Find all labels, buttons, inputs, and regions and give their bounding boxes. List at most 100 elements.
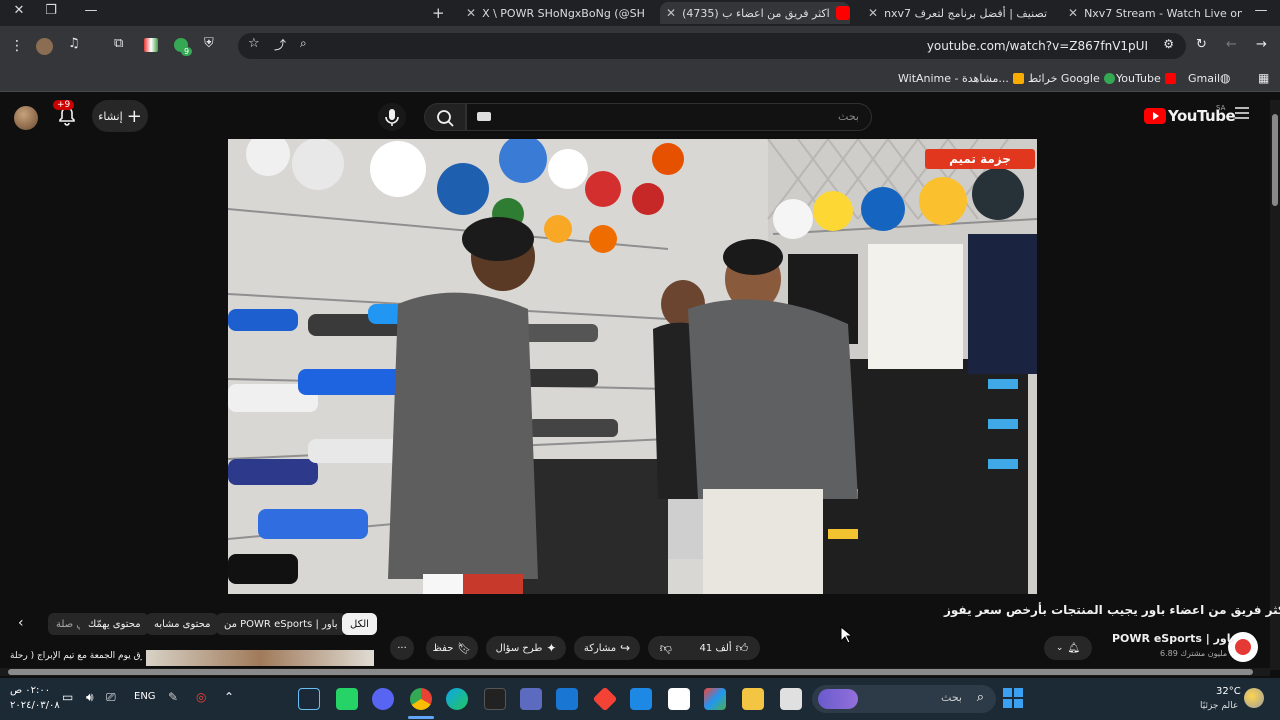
chip-for-you[interactable]: محتوى يهمّك — [80, 613, 149, 635]
lens-search-icon[interactable]: ⌕ — [300, 36, 307, 51]
chrome-icon[interactable] — [410, 688, 432, 710]
clock-time[interactable]: ٠٢:٠٠ ص — [10, 685, 50, 696]
epic-games-icon[interactable] — [484, 688, 506, 710]
minimize-button[interactable]: — — [1242, 3, 1280, 18]
weather-label: عالم جزئيًا — [1200, 701, 1239, 711]
keyboard-icon[interactable] — [477, 112, 491, 121]
more-actions-button[interactable]: ··· — [390, 636, 414, 660]
horizontal-scrollbar[interactable] — [0, 668, 1270, 676]
channel-name[interactable]: POWR eSports | باور — [1112, 632, 1235, 645]
media-control-icon[interactable]: ♫ — [68, 36, 80, 51]
microsoft-store-icon[interactable] — [668, 688, 690, 710]
bookmark-google-maps[interactable]: خرائط Google — [1028, 72, 1115, 85]
video-player[interactable]: جزمة تميم — [228, 139, 1037, 594]
copilot-icon[interactable] — [704, 688, 726, 710]
video-overlay-caption: جزمة تميم — [949, 152, 1011, 166]
next-video-title[interactable]: طرق يوم الجمعة مع تيم الإبراج ( رحلة — [10, 651, 142, 661]
mail-icon[interactable] — [630, 688, 652, 710]
youtube-logo-icon[interactable] — [1144, 108, 1166, 124]
chip-all[interactable]: الكل — [342, 613, 377, 635]
close-icon[interactable]: ✕ — [666, 6, 676, 20]
tab-x-twitter[interactable]: ✕ X \ POWR SHoNgxBoNg (@SH X — [460, 2, 650, 24]
next-video-thumbnail[interactable] — [146, 650, 374, 666]
back-icon[interactable]: → — [1256, 37, 1267, 52]
search-input[interactable]: بحث — [466, 103, 872, 131]
window-minimize-button[interactable]: — — [72, 3, 110, 18]
maps-pin-icon — [1103, 73, 1115, 84]
bookmark-star-icon[interactable]: ☆ — [248, 36, 260, 51]
subscribe-bell-button[interactable]: ⌄ 🔔︎ — [1044, 636, 1092, 660]
whatsapp-icon[interactable] — [336, 688, 358, 710]
dislike-icon[interactable]: 👎︎ — [660, 641, 672, 656]
tab-youtube-video[interactable]: ✕ (4735) اكثر فريق من اعضاء ب — [660, 2, 850, 24]
tray-pen-icon[interactable]: ✎ — [168, 690, 178, 704]
witanime-icon — [1012, 73, 1024, 84]
scrollbar-thumb[interactable] — [1272, 114, 1278, 206]
weather-temp[interactable]: 32°C — [1216, 686, 1241, 697]
url-text[interactable]: youtube.com/watch?v=Z867fnV1pUI — [927, 39, 1148, 53]
site-settings-icon[interactable]: ⚙ — [1163, 37, 1174, 51]
reload-icon[interactable]: ↻ — [1196, 37, 1207, 52]
forward-icon[interactable]: ← — [1226, 37, 1237, 52]
diamond-icon — [1050, 5, 1052, 21]
edge-icon[interactable] — [446, 688, 468, 710]
youtube-icon — [835, 6, 850, 20]
save-button[interactable]: حفظ 🔖︎ — [426, 636, 478, 660]
page-scrollbar[interactable] — [1270, 100, 1280, 670]
bookmark-gmail[interactable]: Gmail — [1188, 72, 1220, 85]
share-button[interactable]: مشاركة ↪ — [574, 636, 640, 660]
region-code: SA — [1216, 104, 1226, 112]
network-icon[interactable]: ⎚ — [106, 690, 116, 705]
chip-from-channel[interactable]: من POWR eSports | باور — [216, 613, 346, 635]
weather-icon[interactable] — [1244, 688, 1264, 708]
account-avatar[interactable] — [14, 106, 38, 130]
ask-button[interactable]: طرح سؤال ✦ — [486, 636, 566, 660]
browser-tab-strip: — ❐ — ✕ ✕ Nxv7 Stream - Watch Live on K … — [0, 0, 1280, 26]
share-icon[interactable]: ⤴ — [274, 36, 286, 53]
tab-kick-stream[interactable]: ✕ Nxv7 Stream - Watch Live on K — [1062, 2, 1242, 24]
steam-icon[interactable] — [298, 688, 320, 710]
like-button[interactable]: 41 ألف 👍︎ — [700, 641, 749, 656]
share-arrow-icon: ↪ — [620, 641, 631, 655]
security-shield-icon[interactable]: ⛨ — [204, 36, 214, 51]
create-button[interactable]: إنشاء + — [92, 100, 148, 132]
close-icon[interactable]: ✕ — [868, 6, 878, 20]
tab-nxv7-rank[interactable]: ✕ nxv7 تصنيف | أفضل برنامج لتعرف — [862, 2, 1052, 24]
battery-icon[interactable]: ▭ — [62, 690, 73, 704]
chip-similar[interactable]: محتوى مشابه — [146, 613, 219, 635]
input-language[interactable]: ENG — [134, 691, 156, 702]
apps-grid-icon[interactable]: ▦ — [1258, 71, 1269, 85]
chips-scroll-left-icon[interactable]: ‹ — [18, 615, 24, 631]
taskbar-search-box[interactable]: بحث ⌕ — [812, 685, 996, 713]
discord-icon[interactable] — [372, 688, 394, 710]
tray-app-icon[interactable]: ◎ — [196, 690, 206, 704]
teams-icon[interactable] — [520, 688, 542, 710]
bookmark-youtube[interactable]: YouTube — [1116, 72, 1176, 85]
new-tab-button[interactable]: + — [432, 4, 445, 22]
menu-dots-icon[interactable]: ⋮ — [10, 38, 24, 54]
show-hidden-icons-chevron[interactable]: ⌃ — [224, 690, 234, 704]
close-icon[interactable]: ✕ — [1068, 6, 1078, 20]
horizontal-scrollbar-thumb[interactable] — [8, 669, 1253, 675]
video-title: اكثر فريق من اعضاء باور يجيب المنتجات بأ… — [944, 603, 1280, 617]
bookmark-icon: 🔖︎ — [457, 641, 472, 655]
windows-start-icon[interactable] — [1002, 687, 1024, 709]
clock-date[interactable]: ٢٠٢٤/٠٣/٠٨ — [10, 700, 60, 711]
search-placeholder: بحث — [838, 110, 859, 123]
hamburger-menu-icon[interactable] — [1234, 106, 1250, 120]
voice-search-button[interactable] — [378, 103, 406, 131]
search-button[interactable] — [424, 103, 466, 131]
dropbox-icon[interactable] — [556, 688, 578, 710]
address-bar[interactable]: ☆ ⤴ ⌕ youtube.com/watch?v=Z867fnV1pUI ⚙ — [238, 33, 1186, 59]
file-explorer-icon[interactable] — [742, 688, 764, 710]
youtube-header: +9 إنشاء + بحث YouTube SA — [0, 92, 1270, 140]
extension-flag-icon[interactable] — [144, 38, 158, 52]
profile-avatar[interactable] — [36, 38, 53, 55]
bookmark-witanime[interactable]: WitAnime - مشاهدة... — [898, 72, 1024, 85]
app-window-icon[interactable] — [780, 688, 802, 710]
git-icon[interactable] — [592, 686, 618, 712]
close-icon[interactable]: ✕ — [466, 6, 476, 20]
volume-icon[interactable]: 🔊︎ — [86, 690, 94, 705]
close-window-button[interactable]: ✕ — [0, 3, 38, 18]
extensions-icon[interactable]: ⧉ — [114, 36, 123, 51]
